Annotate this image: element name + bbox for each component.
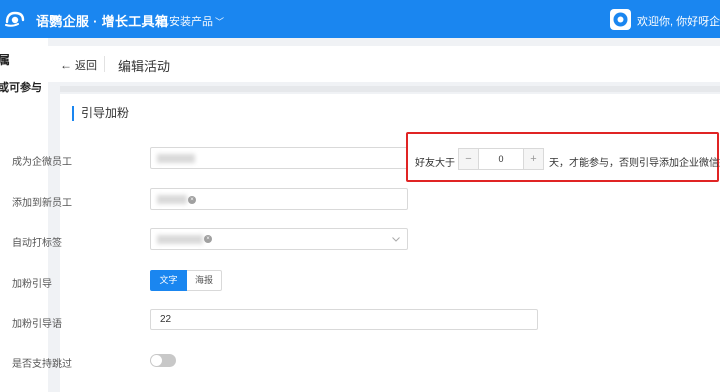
guide-type-label: 加粉引导 (12, 279, 52, 290)
guide-text-label: 加粉引导语 (12, 319, 62, 330)
sidebar-item-2[interactable]: 或可参与 (0, 79, 42, 95)
guide-text-input[interactable]: 22 (150, 309, 538, 330)
friend-days-input[interactable]: 0 (479, 149, 523, 169)
back-button[interactable]: ← 返回 (60, 57, 97, 73)
guide-text-value: 22 (160, 314, 172, 325)
brand-name[interactable]: 语鹦企服 · 增长工具箱 (36, 11, 168, 30)
installed-products-dropdown[interactable]: 已安装产品 ﹀ (158, 13, 224, 29)
back-label: 返回 (75, 60, 97, 72)
section-separator (60, 86, 720, 92)
section-title: 引导加粉 (72, 106, 129, 121)
page-title: 编辑活动 (118, 59, 171, 74)
become-employee-label: 成为企微员工 (12, 157, 72, 168)
decrement-button[interactable]: − (459, 149, 479, 169)
toggle-knob (151, 355, 162, 366)
redacted-tag (157, 235, 203, 244)
allow-skip-toggle[interactable] (150, 354, 176, 367)
close-circle-icon[interactable]: × (188, 196, 196, 204)
sidebar: 属 或可参与 (0, 38, 48, 392)
header-divider (104, 56, 105, 72)
top-navigation-bar: 语鹦企服 · 增长工具箱 已安装产品﹀ 欢迎你, 你好呀企鹅 - (0, 0, 720, 38)
allow-skip-label: 是否支持跳过 (12, 359, 72, 370)
welcome-text[interactable]: 欢迎你, 你好呀企鹅 - (637, 13, 720, 29)
sidebar-item-1[interactable]: 属 (0, 51, 10, 68)
guide-option-text[interactable]: 文字 (150, 270, 187, 291)
arrow-left-icon: ← (60, 58, 72, 72)
friend-days-prefix: 好友大于 (415, 158, 455, 169)
user-avatar-icon[interactable] (610, 9, 631, 30)
add-new-employee-label: 添加到新员工 (12, 198, 72, 209)
chevron-down-icon: ﹀ (215, 17, 225, 27)
guide-option-poster[interactable]: 海报 (187, 270, 222, 291)
close-circle-icon[interactable]: × (204, 235, 212, 243)
redacted-employee-tag (157, 195, 187, 204)
increment-button[interactable]: + (523, 149, 543, 169)
auto-tag-label: 自动打标签 (12, 238, 62, 249)
installed-products-label: 已安装产品 (158, 16, 213, 28)
avatar-graphic-icon (613, 12, 628, 27)
become-employee-select[interactable] (150, 147, 408, 169)
page-header: ← 返回 编辑活动 (48, 46, 720, 82)
auto-tag-select[interactable]: × (150, 228, 408, 250)
redacted-employee-tag (157, 154, 195, 163)
chevron-down-icon (392, 237, 400, 242)
friend-days-suffix: 天，才能参与，否则引导添加企业微信好友 (549, 158, 720, 169)
add-new-employee-select[interactable]: × (150, 188, 408, 210)
brand-logo-icon[interactable] (4, 10, 26, 28)
friend-days-stepper[interactable]: − 0 + (458, 148, 544, 170)
